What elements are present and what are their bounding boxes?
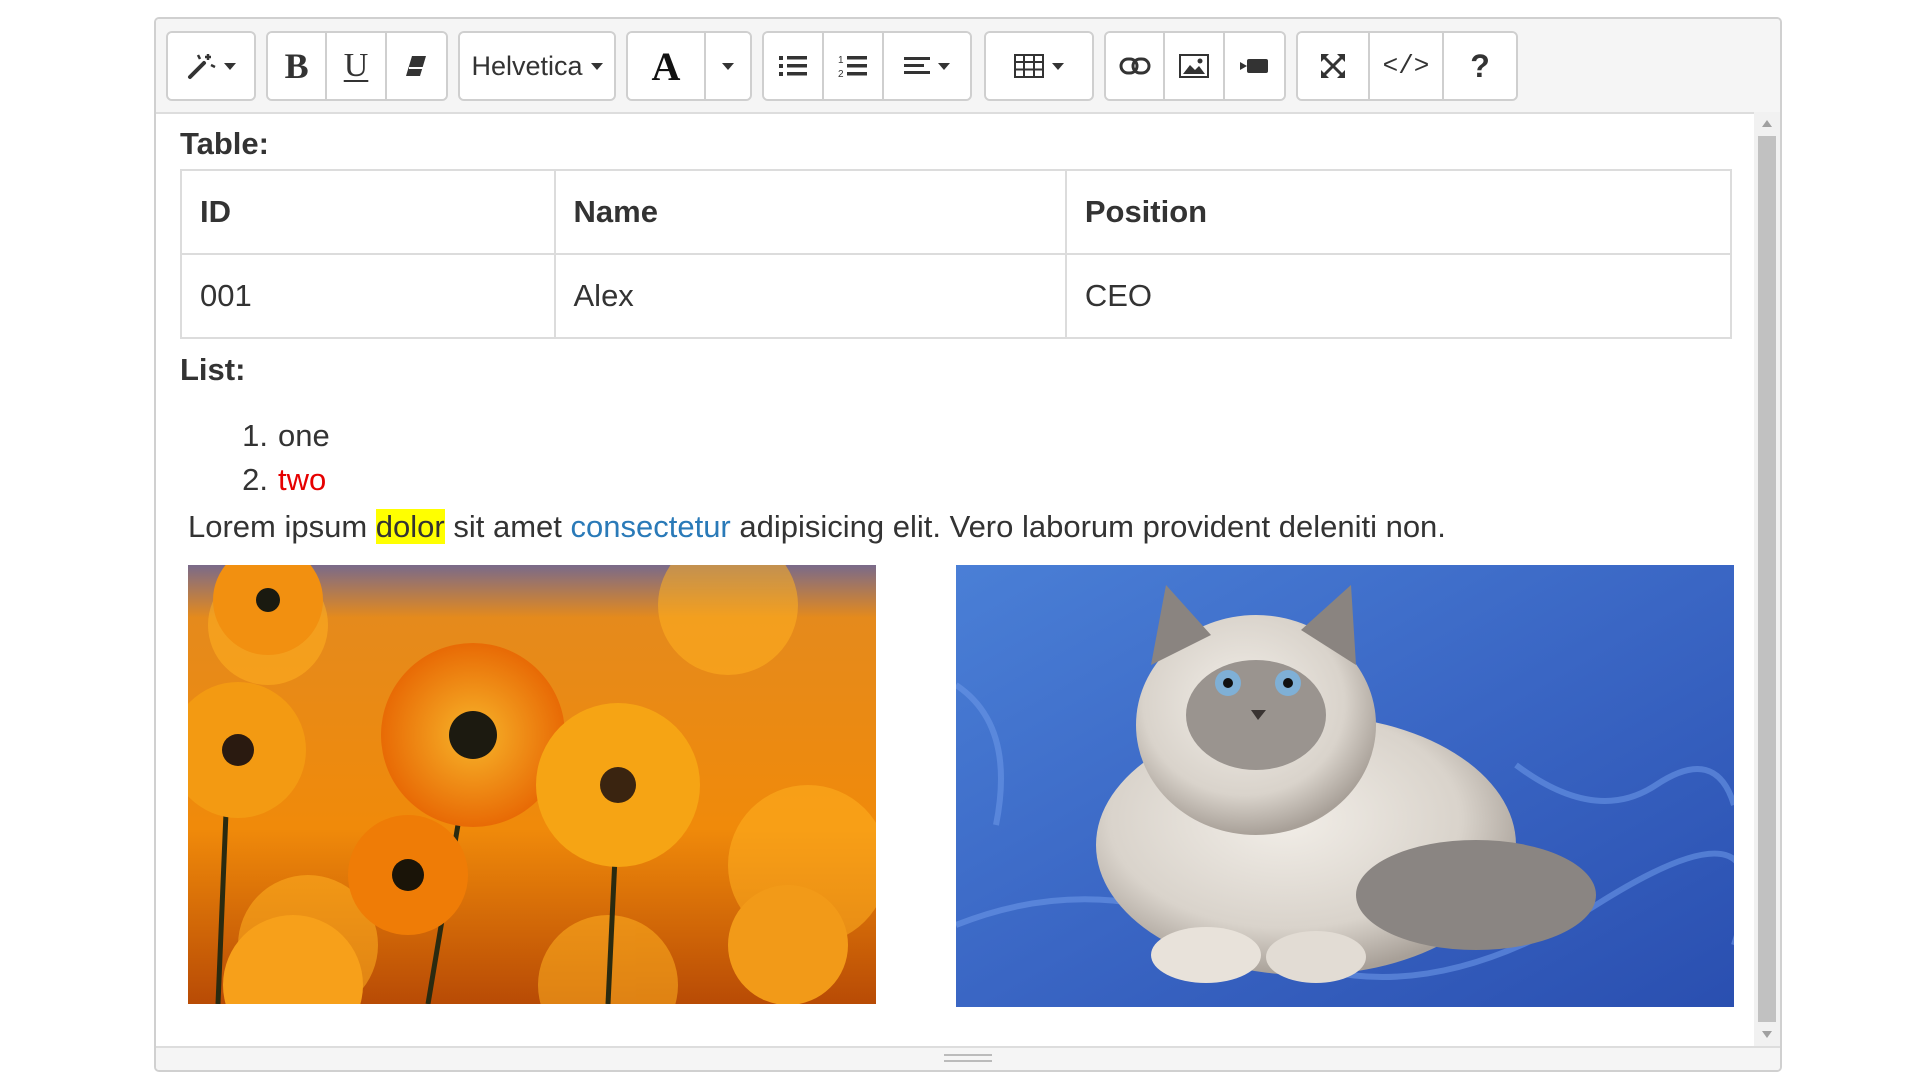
unordered-list-button[interactable] <box>764 33 824 99</box>
font-color-button[interactable]: A <box>628 33 706 99</box>
persian-cat-image[interactable] <box>956 565 1734 1007</box>
bold-button[interactable]: B <box>268 33 328 99</box>
list-heading: List: <box>180 352 246 387</box>
paragraph-group: 1 2 <box>762 31 972 101</box>
font-family-dropdown[interactable]: Helvetica <box>460 33 614 99</box>
scrollbar-thumb[interactable] <box>1758 136 1776 1022</box>
toolbar: B U Helvetica A 1 2 </> ? <box>156 19 1780 114</box>
align-icon <box>904 57 930 74</box>
view-group: </> ? <box>1296 31 1518 101</box>
color-group: A <box>626 31 752 101</box>
list-item: 2. two <box>234 458 330 502</box>
table-cell[interactable]: Alex <box>553 253 1067 339</box>
resize-bar[interactable] <box>156 1046 1780 1070</box>
table-group <box>984 31 1094 101</box>
ordered-list-icon: 1 2 <box>838 55 867 79</box>
font-family-group: Helvetica <box>458 31 616 101</box>
picture-icon <box>1179 54 1210 78</box>
paragraph-link[interactable]: consectetur <box>571 509 731 544</box>
link-button[interactable] <box>1106 33 1166 99</box>
font-style-group: B U <box>266 31 448 101</box>
svg-text:2: 2 <box>838 69 844 79</box>
vertical-scrollbar[interactable] <box>1754 112 1780 1046</box>
font-family-label: Helvetica <box>471 50 583 81</box>
ordered-list: 1. one 2. two <box>234 414 330 502</box>
list-number: 2. <box>242 462 268 497</box>
bold-icon: B <box>284 46 309 86</box>
list-number: 1. <box>242 418 268 453</box>
style-button[interactable] <box>168 33 254 99</box>
orange-flowers-image[interactable] <box>188 565 876 1004</box>
clear-format-button[interactable] <box>386 33 446 99</box>
rich-text-editor: B U Helvetica A 1 2 </> ? Table: ID Name… <box>154 17 1782 1072</box>
eraser-icon <box>406 56 427 76</box>
resize-grip-icon[interactable] <box>944 1054 992 1062</box>
underline-button[interactable]: U <box>327 33 387 99</box>
table-icon <box>1014 54 1044 78</box>
link-icon <box>1119 57 1151 75</box>
help-button[interactable]: ? <box>1444 33 1516 99</box>
table-row: 001 Alex CEO <box>180 253 1733 339</box>
svg-text:1: 1 <box>838 55 844 66</box>
paragraph-text: Lorem ipsum <box>188 509 376 544</box>
scroll-down-icon[interactable] <box>1762 1031 1772 1038</box>
video-button[interactable] <box>1224 33 1284 99</box>
fullscreen-icon <box>1321 54 1345 78</box>
editable-area[interactable]: Table: ID Name Position 001 Alex CEO Lis… <box>156 114 1752 1046</box>
paragraph-text: adipisicing elit. Vero laborum provident… <box>730 509 1446 544</box>
chevron-down-icon <box>224 62 236 70</box>
fullscreen-button[interactable] <box>1298 33 1370 99</box>
code-view-button[interactable]: </> <box>1370 33 1444 99</box>
content-table: ID Name Position 001 Alex CEO <box>180 169 1733 339</box>
ordered-list-button[interactable]: 1 2 <box>824 33 884 99</box>
chevron-down-icon <box>722 62 734 70</box>
table-cell[interactable]: 001 <box>180 253 556 339</box>
list-item-text: two <box>278 462 327 497</box>
help-icon: ? <box>1470 47 1490 84</box>
table-header-row: ID Name Position <box>180 169 1733 255</box>
table-header-cell[interactable]: Position <box>1064 169 1733 255</box>
paragraph-text: sit amet <box>444 509 571 544</box>
scroll-up-icon[interactable] <box>1762 120 1772 127</box>
list-item: 1. one <box>234 414 330 458</box>
table-cell[interactable]: CEO <box>1064 253 1733 339</box>
chevron-down-icon <box>590 62 603 70</box>
paragraph: Lorem ipsum dolor sit amet consectetur a… <box>188 509 1446 545</box>
align-dropdown[interactable] <box>884 33 970 99</box>
unordered-list-icon <box>779 56 807 76</box>
chevron-down-icon <box>1052 62 1064 70</box>
list-item-text: one <box>278 418 330 453</box>
table-header-cell[interactable]: ID <box>180 169 556 255</box>
table-dropdown[interactable] <box>986 33 1092 99</box>
insert-group <box>1104 31 1286 101</box>
underline-icon: U <box>343 47 369 84</box>
style-group <box>166 31 256 101</box>
chevron-down-icon <box>938 62 950 70</box>
table-heading: Table: <box>180 126 269 161</box>
video-icon <box>1240 59 1269 73</box>
picture-button[interactable] <box>1165 33 1225 99</box>
font-color-icon: A <box>651 43 681 89</box>
table-header-cell[interactable]: Name <box>553 169 1067 255</box>
highlighted-text: dolor <box>375 509 445 544</box>
magic-wand-icon <box>188 54 216 79</box>
font-color-dropdown[interactable] <box>706 33 750 99</box>
code-icon: </> <box>1382 51 1430 81</box>
